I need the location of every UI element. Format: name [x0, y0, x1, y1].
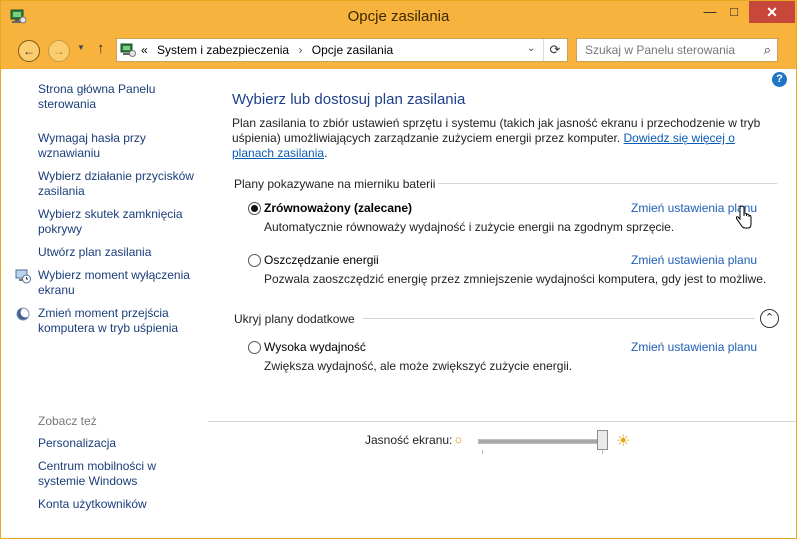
address-box[interactable]: « System i zabezpieczenia › Opcje zasila… — [116, 38, 568, 62]
battery-plans-heading: Plany pokazywane na mierniku baterii — [234, 177, 436, 191]
breadcrumb-overflow[interactable]: « — [141, 43, 148, 57]
monitor-clock-icon — [15, 269, 31, 284]
control-panel-icon — [120, 43, 136, 57]
plan-balanced-name[interactable]: Zrównoważony (zalecane) — [264, 201, 412, 215]
brightness-low-icon: ☼ — [453, 432, 464, 446]
breadcrumb-item-system[interactable]: System i zabezpieczenia — [157, 43, 289, 57]
breadcrumb-separator[interactable]: › — [298, 43, 302, 57]
divider — [363, 318, 755, 319]
additional-plans-heading[interactable]: Ukryj plany dodatkowe — [234, 312, 355, 326]
sidebar-item-mobility-center[interactable]: Centrum mobilności w systemie Windows — [38, 459, 203, 489]
forward-button[interactable]: → — [48, 40, 70, 62]
maximize-button[interactable]: □ — [719, 1, 749, 23]
plan-balanced: Zrównoważony (zalecane) Zmień ustawienia… — [248, 201, 768, 234]
brightness-high-icon: ☀ — [616, 433, 631, 450]
title-bar[interactable]: Opcje zasilania — □ ✕ — [1, 1, 796, 31]
sidebar: Strona główna Panelu sterowania Wymagaj … — [1, 69, 208, 538]
brightness-bar: Jasność ekranu: ☼ ☀ — [208, 421, 796, 471]
refresh-icon[interactable]: ⟳ — [543, 39, 566, 61]
page-title: Wybierz lub dostosuj plan zasilania — [232, 91, 466, 108]
description-end: . — [324, 146, 328, 160]
see-also-heading: Zobacz też — [38, 414, 97, 428]
plan-power-saver-description: Pozwala zaoszczędzić energię przez zmnie… — [264, 272, 767, 286]
sidebar-item-create-plan[interactable]: Utwórz plan zasilania — [38, 245, 203, 260]
slider-tick — [482, 450, 483, 454]
plan-balanced-description: Automatycznie równoważy wydajność i zuży… — [264, 220, 675, 234]
plan-power-saver-radio[interactable] — [248, 254, 261, 267]
breadcrumb: « System i zabezpieczenia › Opcje zasila… — [141, 43, 393, 57]
sidebar-item-power-buttons[interactable]: Wybierz działanie przycisków zasilania — [38, 169, 203, 199]
recent-pages-dropdown[interactable]: ▼ — [77, 43, 85, 52]
window-title: Opcje zasilania — [347, 8, 450, 25]
page-description: Plan zasilania to zbiór ustawień sprzętu… — [232, 116, 777, 161]
sidebar-item-lid-close[interactable]: Wybierz skutek zamknięcia pokrywy — [38, 207, 203, 237]
sidebar-item-display-off[interactable]: Wybierz moment wyłączenia ekranu — [38, 268, 203, 298]
up-button[interactable]: ↑ — [97, 40, 105, 57]
divider — [438, 183, 777, 184]
sidebar-item-personalization[interactable]: Personalizacja — [38, 436, 203, 451]
moon-icon — [16, 307, 31, 321]
plan-high-performance-settings-link[interactable]: Zmień ustawienia planu — [631, 340, 757, 354]
slider-tick — [602, 450, 603, 454]
sidebar-item-sleep[interactable]: Zmień moment przejścia komputera w tryb … — [38, 306, 203, 336]
window: Opcje zasilania — □ ✕ ← → ▼ ↑ « System i… — [0, 0, 797, 539]
brightness-slider[interactable] — [478, 439, 608, 444]
plan-high-performance-name[interactable]: Wysoka wydajność — [264, 340, 366, 354]
search-box[interactable]: Szukaj w Panelu sterowania ⌕ — [576, 38, 778, 62]
address-bar-area: ← → ▼ ↑ « System i zabezpieczenia › Opcj… — [1, 31, 796, 69]
address-dropdown-icon[interactable]: ⌄ — [527, 43, 535, 54]
plan-power-saver-settings-link[interactable]: Zmień ustawienia planu — [631, 253, 757, 267]
sidebar-item-user-accounts[interactable]: Konta użytkowników — [38, 497, 203, 512]
hand-cursor-icon — [735, 205, 752, 229]
sidebar-item-control-panel-home[interactable]: Strona główna Panelu sterowania — [38, 82, 203, 112]
breadcrumb-item-power-options[interactable]: Opcje zasilania — [312, 43, 393, 57]
back-button[interactable]: ← — [18, 40, 40, 62]
sidebar-item-require-password[interactable]: Wymagaj hasła przy wznawianiu — [38, 131, 203, 161]
plan-high-performance: Wysoka wydajność Zmień ustawienia planu … — [248, 340, 768, 373]
plan-balanced-radio[interactable] — [248, 202, 261, 215]
brightness-slider-thumb[interactable] — [597, 430, 609, 450]
search-input[interactable]: Szukaj w Panelu sterowania — [585, 43, 735, 57]
search-icon[interactable]: ⌕ — [764, 42, 771, 58]
collapse-button[interactable]: ⌃ — [760, 309, 779, 328]
plan-power-saver: Oszczędzanie energii Zmień ustawienia pl… — [248, 253, 768, 286]
plan-high-performance-radio[interactable] — [248, 341, 261, 354]
brightness-label: Jasność ekranu: — [365, 433, 453, 447]
plan-high-performance-description: Zwiększa wydajność, ale może zwiększyć z… — [264, 359, 573, 373]
plan-power-saver-name[interactable]: Oszczędzanie energii — [264, 253, 379, 267]
radio-selected-dot — [251, 205, 258, 212]
brightness-slider-fill — [479, 440, 604, 443]
close-button[interactable]: ✕ — [749, 1, 795, 23]
